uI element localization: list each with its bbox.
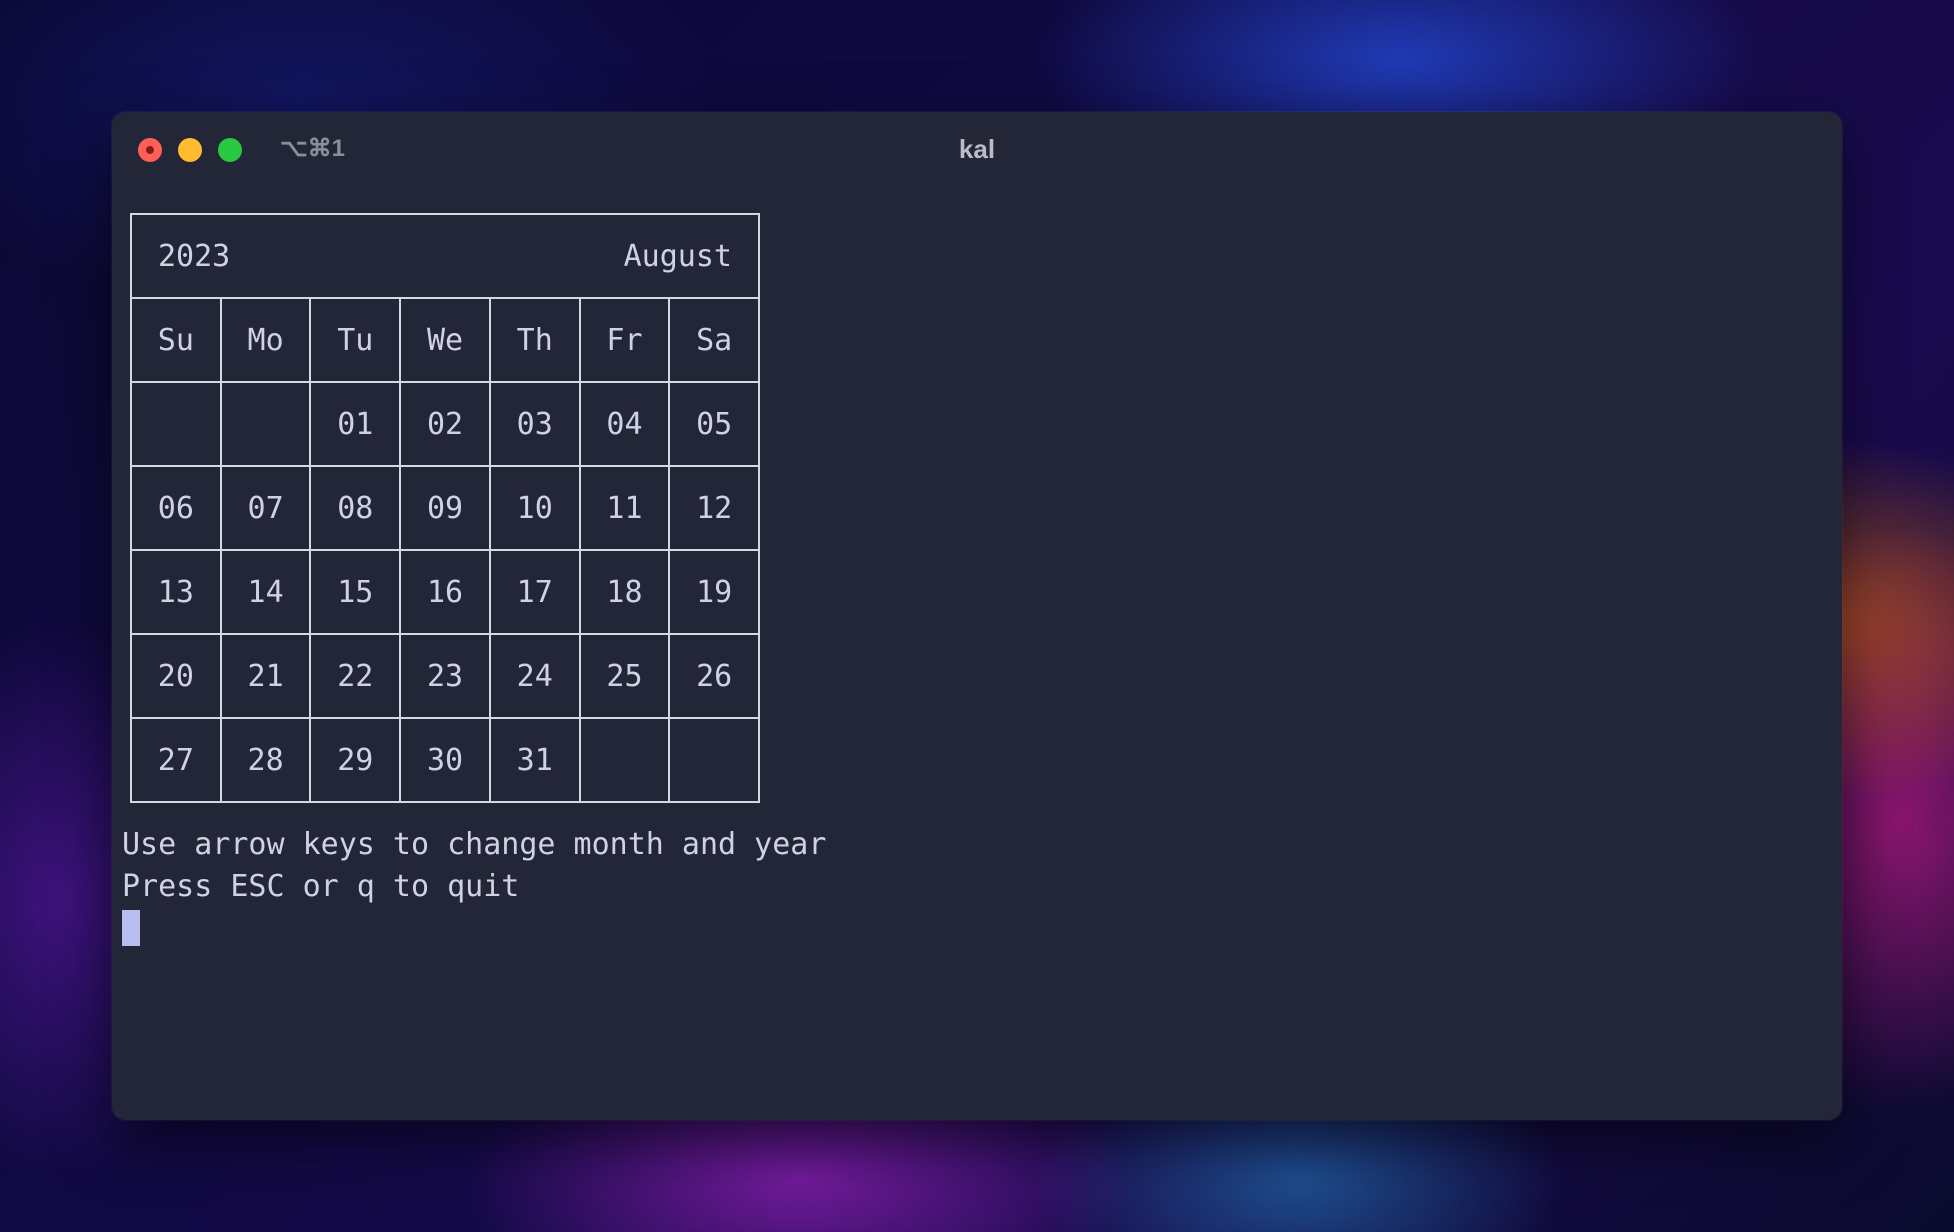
title-bar: ⌥⌘1 kal <box>112 112 1842 170</box>
day-cell: 19 <box>696 574 733 610</box>
weekday-header: Tu <box>311 299 402 381</box>
day-cell: 07 <box>222 467 312 549</box>
day-cell: 24 <box>491 635 581 717</box>
help-text: Use arrow keys to change month and year P… <box>122 824 826 908</box>
day-cell: 22 <box>311 635 402 717</box>
week-row: 01 02 03 04 05 <box>132 383 758 467</box>
day-cell: 29 <box>311 719 402 801</box>
day-cell: 15 <box>311 551 402 633</box>
day-cell: 05 <box>696 406 733 442</box>
day-cell: 13 <box>132 551 222 633</box>
day-cell <box>222 383 312 465</box>
weekday-header: Sa <box>696 322 733 358</box>
day-cell: 28 <box>222 719 312 801</box>
help-line-quit: Press ESC or q to quit <box>122 869 520 904</box>
day-cell: 09 <box>401 467 491 549</box>
day-cell: 31 <box>491 719 581 801</box>
calendar-month: August <box>623 238 732 274</box>
terminal-cursor <box>122 910 140 946</box>
day-cell: 17 <box>491 551 581 633</box>
calendar-year: 2023 <box>158 238 231 274</box>
day-cell: 02 <box>401 383 491 465</box>
weekday-header: Th <box>491 299 581 381</box>
weekday-row: Su Mo Tu We Th Fr Sa <box>132 299 758 383</box>
weekday-header: We <box>401 299 491 381</box>
day-cell <box>581 719 671 801</box>
help-line-arrows: Use arrow keys to change month and year <box>122 827 827 862</box>
day-cell: 21 <box>222 635 312 717</box>
terminal-window: ⌥⌘1 kal 2023 August Su Mo Tu We Th Fr Sa… <box>112 112 1842 1120</box>
day-cell: 04 <box>581 383 671 465</box>
day-cell: 01 <box>311 383 402 465</box>
day-cell: 06 <box>132 467 222 549</box>
weekday-header: Mo <box>222 299 312 381</box>
calendar-header: 2023 August <box>132 215 758 299</box>
week-row: 13 14 15 16 17 18 19 <box>132 551 758 635</box>
day-cell: 18 <box>581 551 671 633</box>
week-row: 06 07 08 09 10 11 12 <box>132 467 758 551</box>
day-cell <box>132 383 222 465</box>
day-cell: 27 <box>132 719 222 801</box>
weekday-header: Fr <box>581 299 671 381</box>
day-cell: 11 <box>581 467 671 549</box>
week-row: 20 21 22 23 24 25 26 <box>132 635 758 719</box>
day-cell: 03 <box>491 383 581 465</box>
day-cell: 20 <box>132 635 222 717</box>
day-cell: 10 <box>491 467 581 549</box>
day-cell: 23 <box>401 635 491 717</box>
weekday-header: Su <box>132 299 222 381</box>
day-cell: 16 <box>401 551 491 633</box>
calendar: 2023 August Su Mo Tu We Th Fr Sa 01 02 0… <box>130 213 760 803</box>
window-title: kal <box>958 134 996 164</box>
day-cell: 08 <box>311 467 402 549</box>
week-row: 27 28 29 30 31 <box>132 719 758 801</box>
day-cell <box>670 719 758 801</box>
day-cell: 12 <box>696 490 733 526</box>
day-cell: 14 <box>222 551 312 633</box>
day-cell: 30 <box>401 719 491 801</box>
day-cell: 26 <box>696 658 733 694</box>
day-cell: 25 <box>581 635 671 717</box>
